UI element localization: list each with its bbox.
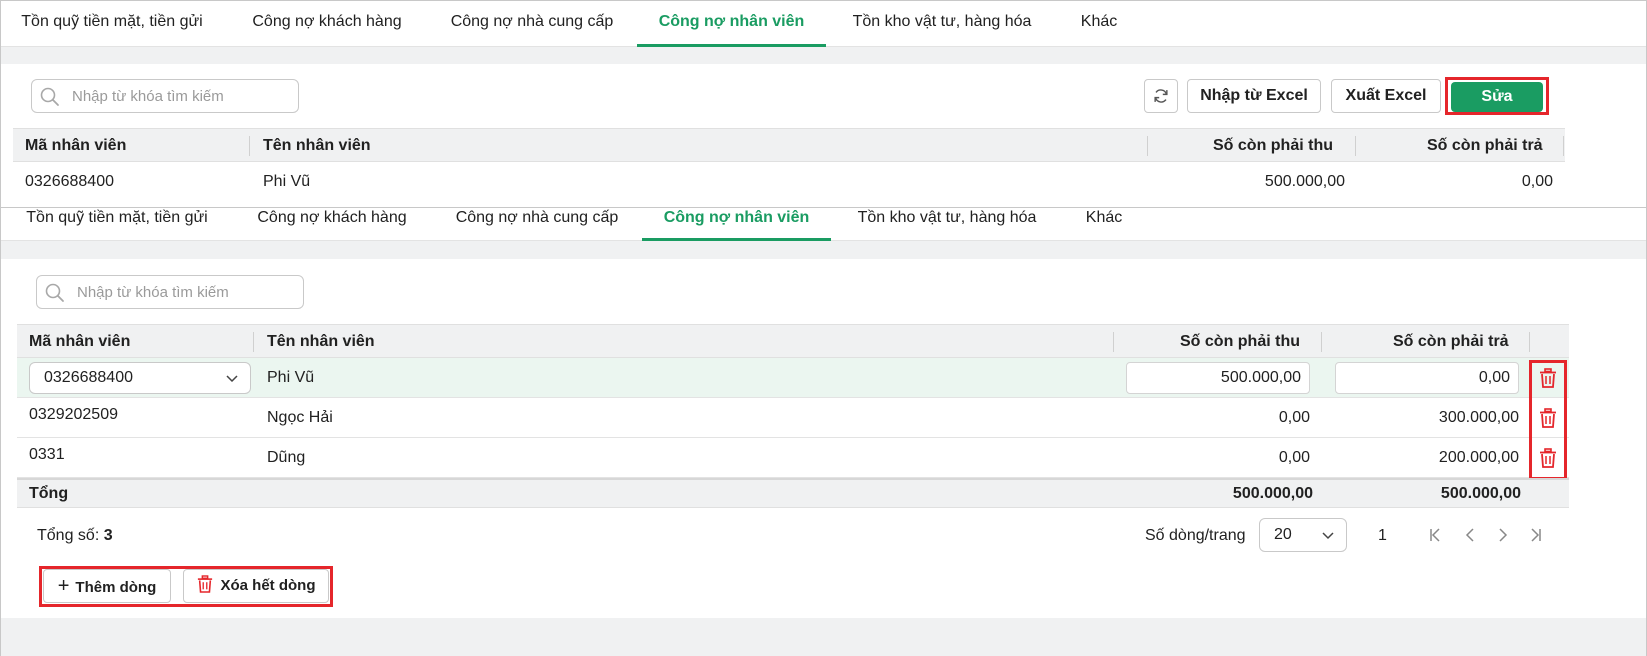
highlight-box-delete-icons	[1529, 360, 1567, 480]
column-divider	[1355, 136, 1356, 156]
tab-cash-balance[interactable]: Tồn quỹ tiền mặt, tiền gửi	[17, 1, 207, 47]
cell-employee-code: 0331	[29, 446, 65, 463]
col-employee-code: Mã nhân viên	[29, 333, 131, 350]
col-receivable: Số còn phải thu	[1213, 137, 1333, 154]
totals-label: Tổng	[29, 485, 69, 502]
col-payable: Số còn phải trả	[1393, 333, 1509, 350]
spacer	[1, 241, 1646, 259]
cell-receivable: 0,00	[1278, 449, 1310, 466]
refresh-button[interactable]	[1144, 79, 1178, 113]
column-divider	[1563, 136, 1564, 156]
cell-employee-code: 0326688400	[25, 173, 114, 190]
refresh-icon	[1154, 89, 1168, 103]
prev-page-icon[interactable]	[1465, 528, 1475, 542]
col-payable: Số còn phải trả	[1427, 137, 1543, 154]
tab-cash-balance[interactable]: Tồn quỹ tiền mặt, tiền gửi	[22, 208, 212, 241]
page-size-value: 20	[1274, 526, 1292, 543]
col-receivable: Số còn phải thu	[1180, 333, 1300, 350]
tab-bar: Tồn quỹ tiền mặt, tiền gửi Công nợ khách…	[1, 208, 1646, 241]
chevron-down-icon	[1322, 532, 1334, 540]
edit-panel: Tồn quỹ tiền mặt, tiền gửi Công nợ khách…	[0, 208, 1647, 656]
tab-employee-debt[interactable]: Công nợ nhân viên	[642, 208, 831, 241]
cell-employee-name: Phi Vũ	[267, 369, 315, 386]
column-divider	[249, 136, 250, 156]
table-row[interactable]: 0326688400 Phi Vũ 500.000,00 0,00	[13, 162, 1565, 202]
employee-code-select[interactable]: 0326688400	[29, 362, 251, 394]
import-excel-button[interactable]: Nhập từ Excel	[1187, 79, 1321, 113]
cell-employee-code: 0329202509	[29, 406, 118, 423]
search-input[interactable]: Nhập từ khóa tìm kiếm	[31, 79, 299, 113]
table-row[interactable]: 0329202509 Ngọc Hải 0,00 300.000,00	[17, 398, 1569, 438]
cell-receivable: 0,00	[1278, 409, 1310, 426]
table-row-editing[interactable]: 0326688400 Phi Vũ 500.000,00 0,00	[17, 358, 1569, 398]
payable-input[interactable]: 0,00	[1335, 362, 1519, 394]
column-divider	[1113, 332, 1114, 352]
cell-employee-name: Ngọc Hải	[267, 409, 333, 426]
search-input[interactable]: Nhập từ khóa tìm kiếm	[36, 275, 304, 309]
bottom-spacer	[1, 618, 1646, 656]
highlight-box-row-actions	[39, 566, 333, 607]
column-divider	[1529, 332, 1530, 352]
tab-inventory[interactable]: Tồn kho vật tư, hàng hóa	[849, 1, 1035, 47]
chevron-down-icon	[226, 375, 238, 383]
search-placeholder: Nhập từ khóa tìm kiếm	[72, 88, 224, 105]
totals-payable: 500.000,00	[1440, 485, 1521, 502]
receivable-input[interactable]: 500.000,00	[1126, 362, 1310, 394]
col-employee-name: Tên nhân viên	[267, 333, 375, 350]
cell-payable: 300.000,00	[1438, 409, 1519, 426]
col-employee-code: Mã nhân viên	[25, 137, 127, 154]
tab-supplier-debt[interactable]: Công nợ nhà cung cấp	[452, 208, 622, 241]
column-divider	[1321, 332, 1322, 352]
tab-bar: Tồn quỹ tiền mặt, tiền gửi Công nợ khách…	[1, 1, 1646, 47]
page-size-select[interactable]: 20	[1259, 518, 1347, 552]
tab-customer-debt[interactable]: Công nợ khách hàng	[254, 208, 410, 241]
page-number: 1	[1378, 527, 1387, 544]
export-excel-button[interactable]: Xuất Excel	[1331, 79, 1441, 113]
tab-other[interactable]: Khác	[1084, 208, 1124, 241]
table-row[interactable]: 0331 Dũng 0,00 200.000,00	[17, 438, 1569, 478]
search-icon	[40, 87, 59, 106]
table-header: Mã nhân viên Tên nhân viên Số còn phải t…	[17, 324, 1569, 358]
view-panel: Tồn quỹ tiền mặt, tiền gửi Công nợ khách…	[0, 0, 1647, 208]
select-value: 0326688400	[44, 369, 133, 386]
tab-inventory[interactable]: Tồn kho vật tư, hàng hóa	[854, 208, 1040, 241]
cell-employee-name: Phi Vũ	[263, 173, 311, 190]
page-size-label: Số dòng/trang	[1145, 527, 1246, 544]
col-employee-name: Tên nhân viên	[263, 137, 371, 154]
table-header: Mã nhân viên Tên nhân viên Số còn phải t…	[13, 128, 1565, 162]
tab-other[interactable]: Khác	[1079, 1, 1119, 47]
spacer	[1, 47, 1646, 64]
tab-employee-debt[interactable]: Công nợ nhân viên	[637, 1, 826, 47]
total-count-value: 3	[103, 527, 113, 544]
total-count: Tổng số: 3	[37, 516, 113, 556]
cell-receivable: 500.000,00	[1264, 173, 1345, 190]
tab-supplier-debt[interactable]: Công nợ nhà cung cấp	[447, 1, 617, 47]
tab-customer-debt[interactable]: Công nợ khách hàng	[249, 1, 405, 47]
cell-payable: 200.000,00	[1438, 449, 1519, 466]
cell-employee-name: Dũng	[267, 449, 306, 466]
search-placeholder: Nhập từ khóa tìm kiếm	[77, 284, 229, 301]
cell-payable: 0,00	[1521, 173, 1553, 190]
column-divider	[253, 332, 254, 352]
last-page-icon[interactable]	[1530, 528, 1542, 542]
total-count-label: Tổng số:	[37, 527, 100, 544]
next-page-icon[interactable]	[1498, 528, 1508, 542]
highlight-box-edit	[1445, 77, 1549, 115]
search-icon	[45, 283, 64, 302]
column-divider	[1147, 136, 1148, 156]
totals-row: Tổng 500.000,00 500.000,00	[17, 478, 1569, 508]
first-page-icon[interactable]	[1429, 528, 1441, 542]
totals-receivable: 500.000,00	[1232, 485, 1313, 502]
